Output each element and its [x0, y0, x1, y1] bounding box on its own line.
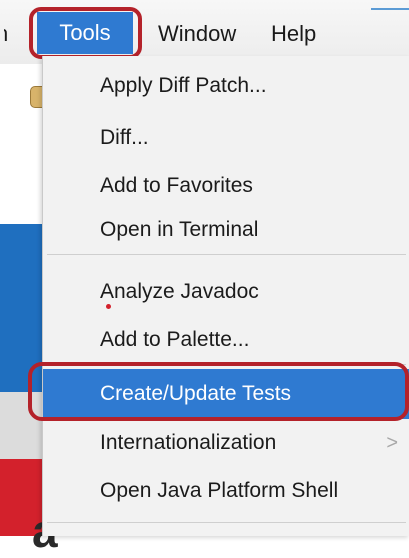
menu-separator — [47, 522, 406, 523]
menu-item-apply-diff-patch[interactable]: Apply Diff Patch... — [43, 62, 409, 110]
menu-item-diff[interactable]: Diff... — [43, 114, 409, 162]
menu-item-open-in-terminal[interactable]: Open in Terminal — [43, 206, 409, 254]
menu-item-add-to-palette[interactable]: Add to Palette... — [43, 316, 409, 364]
menubar-item-tools-label: Tools — [59, 20, 111, 45]
menubar-item-help[interactable]: Help — [271, 20, 316, 48]
menubar-item-window[interactable]: Window — [158, 20, 236, 48]
menu-item-create-update-tests[interactable]: Create/Update Tests — [43, 369, 409, 419]
menubar-item-partial[interactable]: n — [4, 20, 8, 48]
menu-separator — [47, 364, 406, 365]
menu-item-open-java-platform-shell[interactable]: Open Java Platform Shell — [43, 467, 409, 515]
tools-dropdown-menu: Apply Diff Patch... Diff... Add to Favor… — [42, 56, 409, 536]
window-accent-line — [371, 8, 409, 10]
annotation-dot — [106, 304, 111, 309]
menu-item-analyze-javadoc[interactable]: Analyze Javadoc — [43, 268, 409, 316]
menu-bar: n Tools Window Help — [0, 0, 409, 64]
chevron-right-icon: > — [386, 432, 398, 454]
menubar-item-tools[interactable]: Tools — [37, 12, 133, 54]
ide-background: a — [0, 64, 58, 557]
menu-item-add-to-favorites[interactable]: Add to Favorites — [43, 162, 409, 210]
menu-item-internationalization[interactable]: Internationalization > — [43, 419, 409, 467]
menu-separator — [47, 254, 406, 255]
menu-item-internationalization-label: Internationalization — [100, 431, 277, 454]
